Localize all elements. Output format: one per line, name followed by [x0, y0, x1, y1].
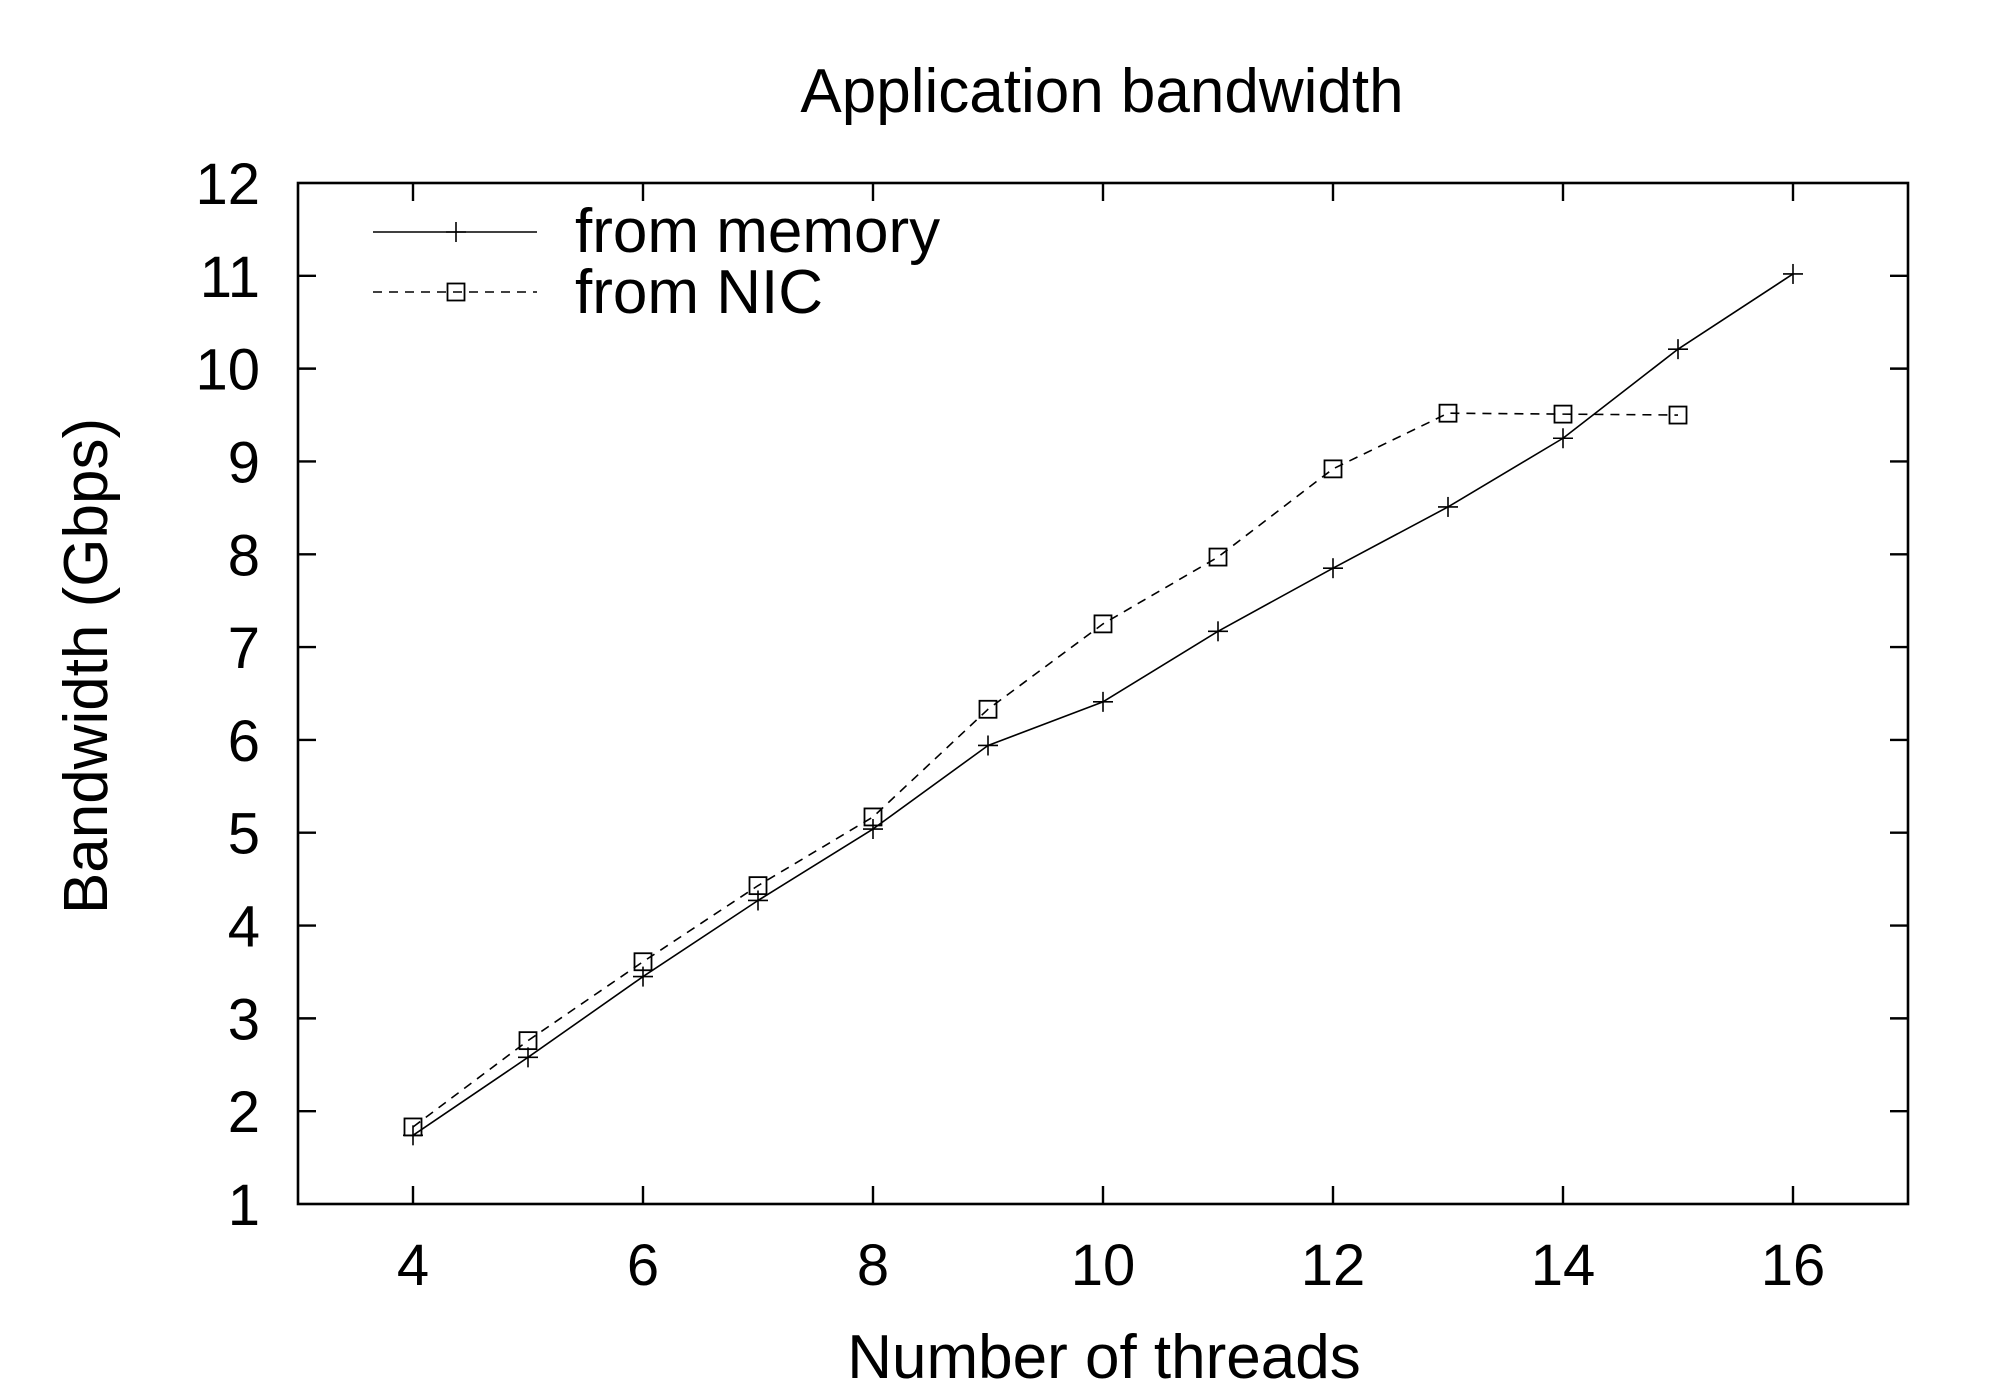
x-tick-label: 12: [1301, 1233, 1366, 1298]
y-tick-label: 3: [228, 987, 260, 1052]
y-axis-label: Bandwidth (Gbps): [52, 418, 121, 914]
y-tick-label: 6: [228, 709, 260, 774]
legend-label-from-memory: from memory: [575, 197, 940, 266]
y-tick-label: 2: [228, 1080, 260, 1145]
x-tick-label: 6: [627, 1233, 659, 1298]
y-tick-label: 12: [195, 152, 260, 217]
y-tick-label: 10: [195, 338, 260, 403]
y-tick-label: 1: [228, 1173, 260, 1238]
legend-label-from-nic: from NIC: [575, 258, 823, 327]
y-tick-label: 9: [228, 430, 260, 495]
x-tick-label: 10: [1071, 1233, 1136, 1298]
x-tick-label: 14: [1531, 1233, 1596, 1298]
y-tick-label: 4: [228, 895, 260, 960]
x-tick-label: 8: [857, 1233, 889, 1298]
x-tick-label: 16: [1761, 1233, 1826, 1298]
y-tick-label: 7: [228, 616, 260, 681]
y-tick-label: 5: [228, 802, 260, 867]
y-tick-label: 8: [228, 523, 260, 588]
y-tick-label: 11: [200, 245, 260, 310]
x-axis-label: Number of threads: [847, 1323, 1360, 1392]
chart-title: Application bandwidth: [800, 57, 1403, 126]
chart: Application bandwidth 4 6 8 10 12 14 161234567…: [0, 0, 2000, 1400]
x-tick-label: 4: [397, 1233, 429, 1298]
